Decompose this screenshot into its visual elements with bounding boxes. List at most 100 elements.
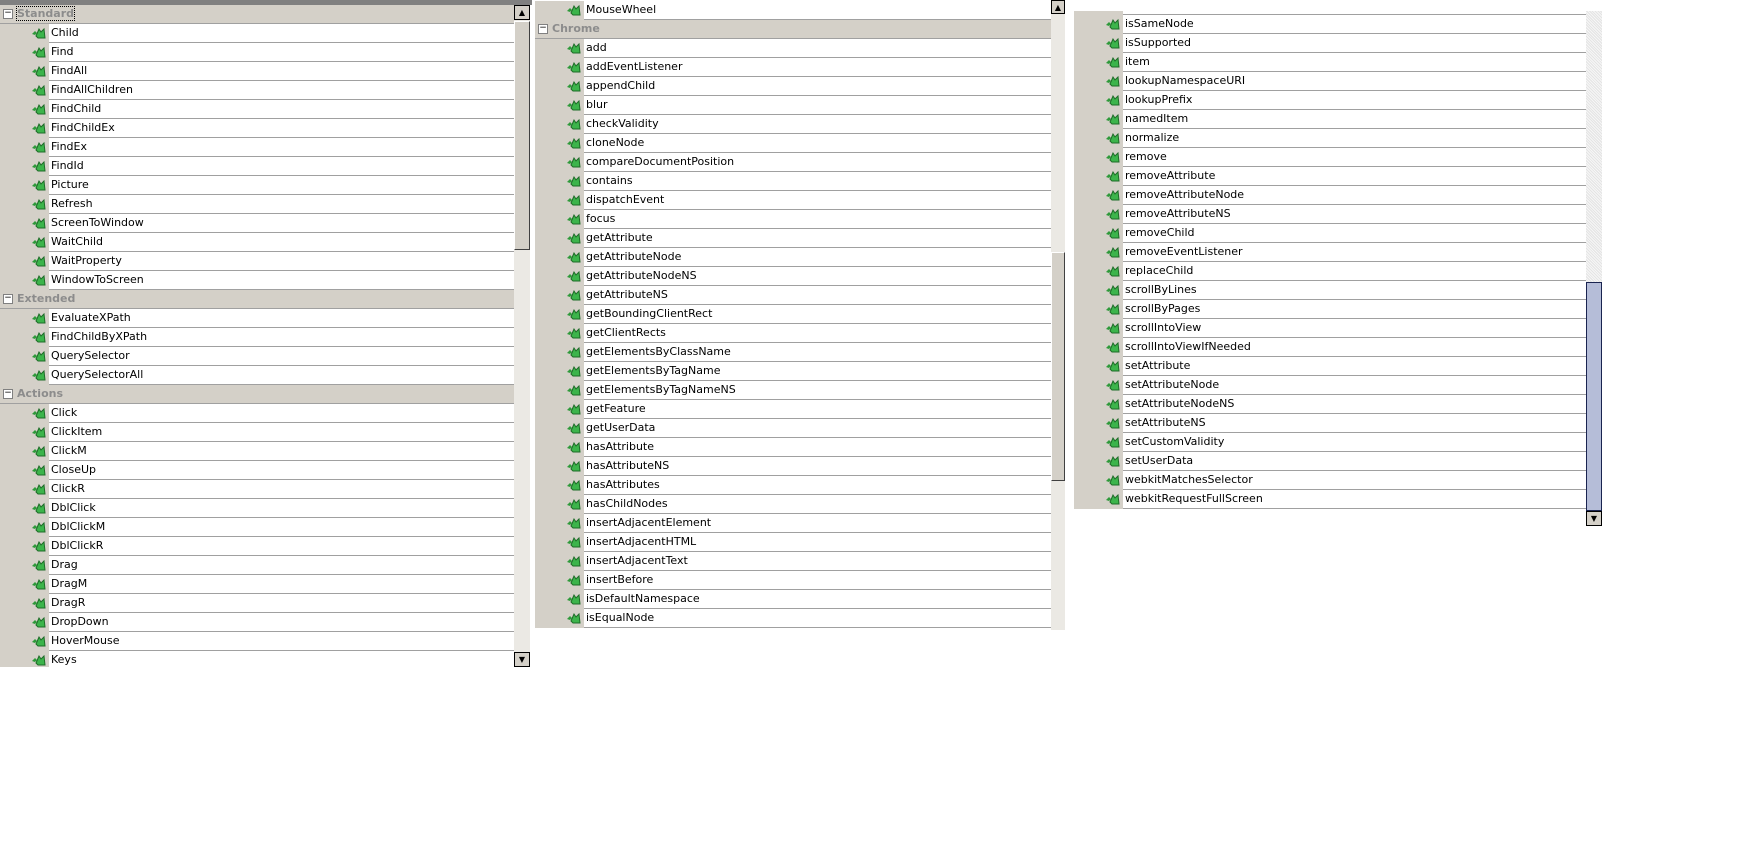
method-item[interactable]: cloneNode <box>535 134 1051 153</box>
method-item[interactable]: scrollByLines <box>1074 281 1586 300</box>
method-item[interactable]: hasAttribute <box>535 438 1051 457</box>
method-item[interactable]: replaceChild <box>1074 262 1586 281</box>
method-item[interactable]: scrollIntoView <box>1074 319 1586 338</box>
method-item[interactable]: webkitRequestFullScreen <box>1074 490 1586 509</box>
method-item[interactable]: getAttribute <box>535 229 1051 248</box>
method-item[interactable]: getUserData <box>535 419 1051 438</box>
method-item[interactable]: getAttributeNode <box>535 248 1051 267</box>
scroll-up-button[interactable]: ▲ <box>1051 0 1065 14</box>
method-item[interactable]: lookupNamespaceURI <box>1074 72 1586 91</box>
method-item[interactable]: scrollByPages <box>1074 300 1586 319</box>
method-item[interactable]: isSupported <box>1074 34 1586 53</box>
method-item[interactable]: DragR <box>0 594 514 613</box>
method-item[interactable]: EvaluateXPath <box>0 309 514 328</box>
method-item[interactable]: DropDown <box>0 613 514 632</box>
method-item[interactable]: isEqualNode <box>535 609 1051 628</box>
group-header-chrome[interactable]: − Chrome <box>535 20 1051 39</box>
method-item[interactable]: webkitMatchesSelector <box>1074 471 1586 490</box>
method-item[interactable]: Child <box>0 24 514 43</box>
method-item[interactable]: DblClickM <box>0 518 514 537</box>
method-item[interactable]: FindChild <box>0 100 514 119</box>
method-item[interactable]: compareDocumentPosition <box>535 153 1051 172</box>
method-item[interactable]: HoverMouse <box>0 632 514 651</box>
method-item[interactable]: isSameNode <box>1074 15 1586 34</box>
method-item[interactable]: getClientRects <box>535 324 1051 343</box>
method-item[interactable]: FindChildEx <box>0 119 514 138</box>
method-item[interactable]: removeAttributeNode <box>1074 186 1586 205</box>
method-item[interactable]: checkValidity <box>535 115 1051 134</box>
scrollbar-left[interactable]: ▲ ▼ <box>514 5 530 667</box>
method-item[interactable]: add <box>535 39 1051 58</box>
method-item[interactable]: getElementsByClassName <box>535 343 1051 362</box>
method-item[interactable]: dispatchEvent <box>535 191 1051 210</box>
scroll-up-button[interactable]: ▲ <box>514 5 530 20</box>
method-item[interactable]: CloseUp <box>0 461 514 480</box>
method-item[interactable]: appendChild <box>535 77 1051 96</box>
method-item[interactable]: insertAdjacentElement <box>535 514 1051 533</box>
method-item[interactable]: setAttributeNS <box>1074 414 1586 433</box>
method-item[interactable]: QuerySelectorAll <box>0 366 514 385</box>
method-item[interactable]: ClickM <box>0 442 514 461</box>
method-item[interactable]: scrollIntoViewIfNeeded <box>1074 338 1586 357</box>
method-item[interactable]: ClickItem <box>0 423 514 442</box>
method-item[interactable]: hasAttributes <box>535 476 1051 495</box>
method-item[interactable]: setUserData <box>1074 452 1586 471</box>
scroll-thumb[interactable] <box>514 21 530 250</box>
method-item[interactable]: lookupPrefix <box>1074 91 1586 110</box>
method-item[interactable]: focus <box>535 210 1051 229</box>
method-item[interactable]: getBoundingClientRect <box>535 305 1051 324</box>
method-item[interactable]: insertAdjacentHTML <box>535 533 1051 552</box>
method-item[interactable]: Drag <box>0 556 514 575</box>
method-item[interactable]: FindId <box>0 157 514 176</box>
method-item[interactable]: WindowToScreen <box>0 271 514 290</box>
collapse-toggle-icon[interactable]: − <box>3 9 13 19</box>
method-item[interactable]: DblClick <box>0 499 514 518</box>
method-item[interactable]: hasChildNodes <box>535 495 1051 514</box>
method-item[interactable]: Refresh <box>0 195 514 214</box>
group-header-standard[interactable]: − Standard <box>0 5 514 24</box>
method-item[interactable]: normalize <box>1074 129 1586 148</box>
method-item[interactable]: getAttributeNodeNS <box>535 267 1051 286</box>
method-item[interactable]: ScreenToWindow <box>0 214 514 233</box>
method-item[interactable]: contains <box>535 172 1051 191</box>
method-item[interactable]: getElementsByTagName <box>535 362 1051 381</box>
scrollbar-middle[interactable]: ▲ <box>1051 0 1065 630</box>
method-item[interactable]: setAttributeNodeNS <box>1074 395 1586 414</box>
method-item[interactable]: addEventListener <box>535 58 1051 77</box>
method-item[interactable]: insertAdjacentText <box>535 552 1051 571</box>
method-item[interactable]: isDefaultNamespace <box>535 590 1051 609</box>
method-item[interactable]: removeAttribute <box>1074 167 1586 186</box>
method-item[interactable]: blur <box>535 96 1051 115</box>
scrollbar-right[interactable]: ▼ <box>1586 11 1602 526</box>
method-item[interactable]: setCustomValidity <box>1074 433 1586 452</box>
method-item[interactable]: Click <box>0 404 514 423</box>
method-item[interactable]: getAttributeNS <box>535 286 1051 305</box>
method-item[interactable]: QuerySelector <box>0 347 514 366</box>
method-item[interactable]: ClickR <box>0 480 514 499</box>
method-item[interactable]: namedItem <box>1074 110 1586 129</box>
method-item[interactable]: removeEventListener <box>1074 243 1586 262</box>
method-item[interactable]: setAttributeNode <box>1074 376 1586 395</box>
method-item[interactable]: removeAttributeNS <box>1074 205 1586 224</box>
method-item[interactable]: FindChildByXPath <box>0 328 514 347</box>
method-item[interactable]: FindAll <box>0 62 514 81</box>
scroll-down-button[interactable]: ▼ <box>514 652 530 667</box>
method-item[interactable]: hasAttributeNS <box>535 457 1051 476</box>
method-item[interactable]: FindAllChildren <box>0 81 514 100</box>
method-item[interactable]: DblClickR <box>0 537 514 556</box>
collapse-toggle-icon[interactable]: − <box>3 389 13 399</box>
method-item[interactable]: insertBefore <box>535 571 1051 590</box>
scroll-thumb[interactable] <box>1051 252 1065 481</box>
collapse-toggle-icon[interactable]: − <box>3 294 13 304</box>
method-item[interactable]: MouseWheel <box>535 1 1051 20</box>
method-item[interactable]: FindEx <box>0 138 514 157</box>
method-item[interactable]: WaitChild <box>0 233 514 252</box>
method-item[interactable]: removeChild <box>1074 224 1586 243</box>
method-item[interactable]: getFeature <box>535 400 1051 419</box>
method-item[interactable]: Find <box>0 43 514 62</box>
method-item[interactable]: Keys <box>0 651 514 667</box>
method-item[interactable]: item <box>1074 53 1586 72</box>
scroll-down-button[interactable]: ▼ <box>1586 511 1602 526</box>
group-header-extended[interactable]: − Extended <box>0 290 514 309</box>
method-item[interactable]: DragM <box>0 575 514 594</box>
